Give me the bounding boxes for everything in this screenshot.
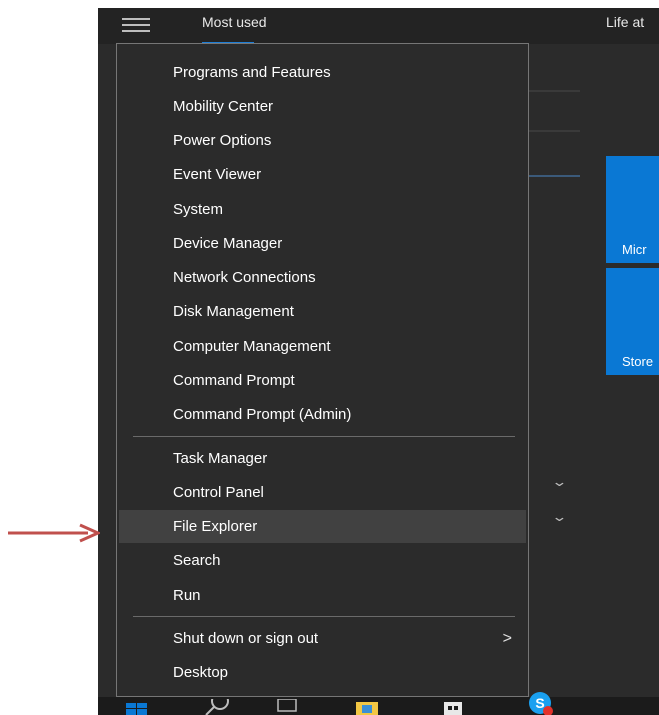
menu-item-control-panel[interactable]: Control Panel xyxy=(119,476,526,509)
menu-item-event-viewer[interactable]: Event Viewer xyxy=(119,158,526,191)
menu-item-mobility-center[interactable]: Mobility Center xyxy=(119,90,526,123)
menu-item-computer-management[interactable]: Computer Management xyxy=(119,330,526,363)
file-explorer-icon[interactable] xyxy=(354,699,380,715)
windows-start-icon[interactable] xyxy=(124,699,150,715)
menu-item-programs-and-features[interactable]: Programs and Features xyxy=(119,56,526,89)
menu-separator xyxy=(133,436,515,437)
menu-separator xyxy=(133,616,515,617)
menu-item-command-prompt-admin[interactable]: Command Prompt (Admin) xyxy=(119,398,526,431)
menu-item-desktop[interactable]: Desktop xyxy=(119,656,526,689)
chevron-right-icon: > xyxy=(502,630,512,647)
menu-item-device-manager[interactable]: Device Manager xyxy=(119,227,526,260)
tile-microsoft-edge[interactable]: Micr xyxy=(606,156,659,263)
hamburger-icon[interactable] xyxy=(122,18,150,32)
menu-item-network-connections[interactable]: Network Connections xyxy=(119,261,526,294)
tile-label: Micr xyxy=(622,242,647,257)
task-view-icon[interactable] xyxy=(274,699,300,715)
menu-item-file-explorer[interactable]: File Explorer xyxy=(119,510,526,543)
win-x-context-menu: Programs and Features Mobility Center Po… xyxy=(116,43,529,697)
annotation-arrow-icon xyxy=(8,523,100,543)
menu-item-shut-down-or-sign-out[interactable]: Shut down or sign out > xyxy=(119,622,526,655)
tile-label: Store xyxy=(622,354,654,369)
chevron-down-icon[interactable]: ⌄ xyxy=(551,474,567,490)
menu-item-disk-management[interactable]: Disk Management xyxy=(119,295,526,328)
menu-item-command-prompt[interactable]: Command Prompt xyxy=(119,364,526,397)
menu-item-label: Shut down or sign out xyxy=(173,630,319,647)
svg-text:S: S xyxy=(535,695,544,711)
most-used-header: Most used xyxy=(202,14,267,30)
store-icon[interactable] xyxy=(440,699,466,715)
menu-item-run[interactable]: Run xyxy=(119,579,526,612)
start-menu-header xyxy=(98,8,659,44)
tiles-group-header: Life at xyxy=(606,14,645,30)
search-icon[interactable] xyxy=(200,699,230,715)
menu-item-system[interactable]: System xyxy=(119,193,526,226)
menu-item-task-manager[interactable]: Task Manager xyxy=(119,442,526,475)
skype-icon[interactable]: S xyxy=(526,690,556,715)
tile-store[interactable]: Store xyxy=(606,268,659,375)
menu-item-search[interactable]: Search xyxy=(119,544,526,577)
chevron-down-icon[interactable]: ⌄ xyxy=(551,509,567,525)
menu-item-power-options[interactable]: Power Options xyxy=(119,124,526,157)
